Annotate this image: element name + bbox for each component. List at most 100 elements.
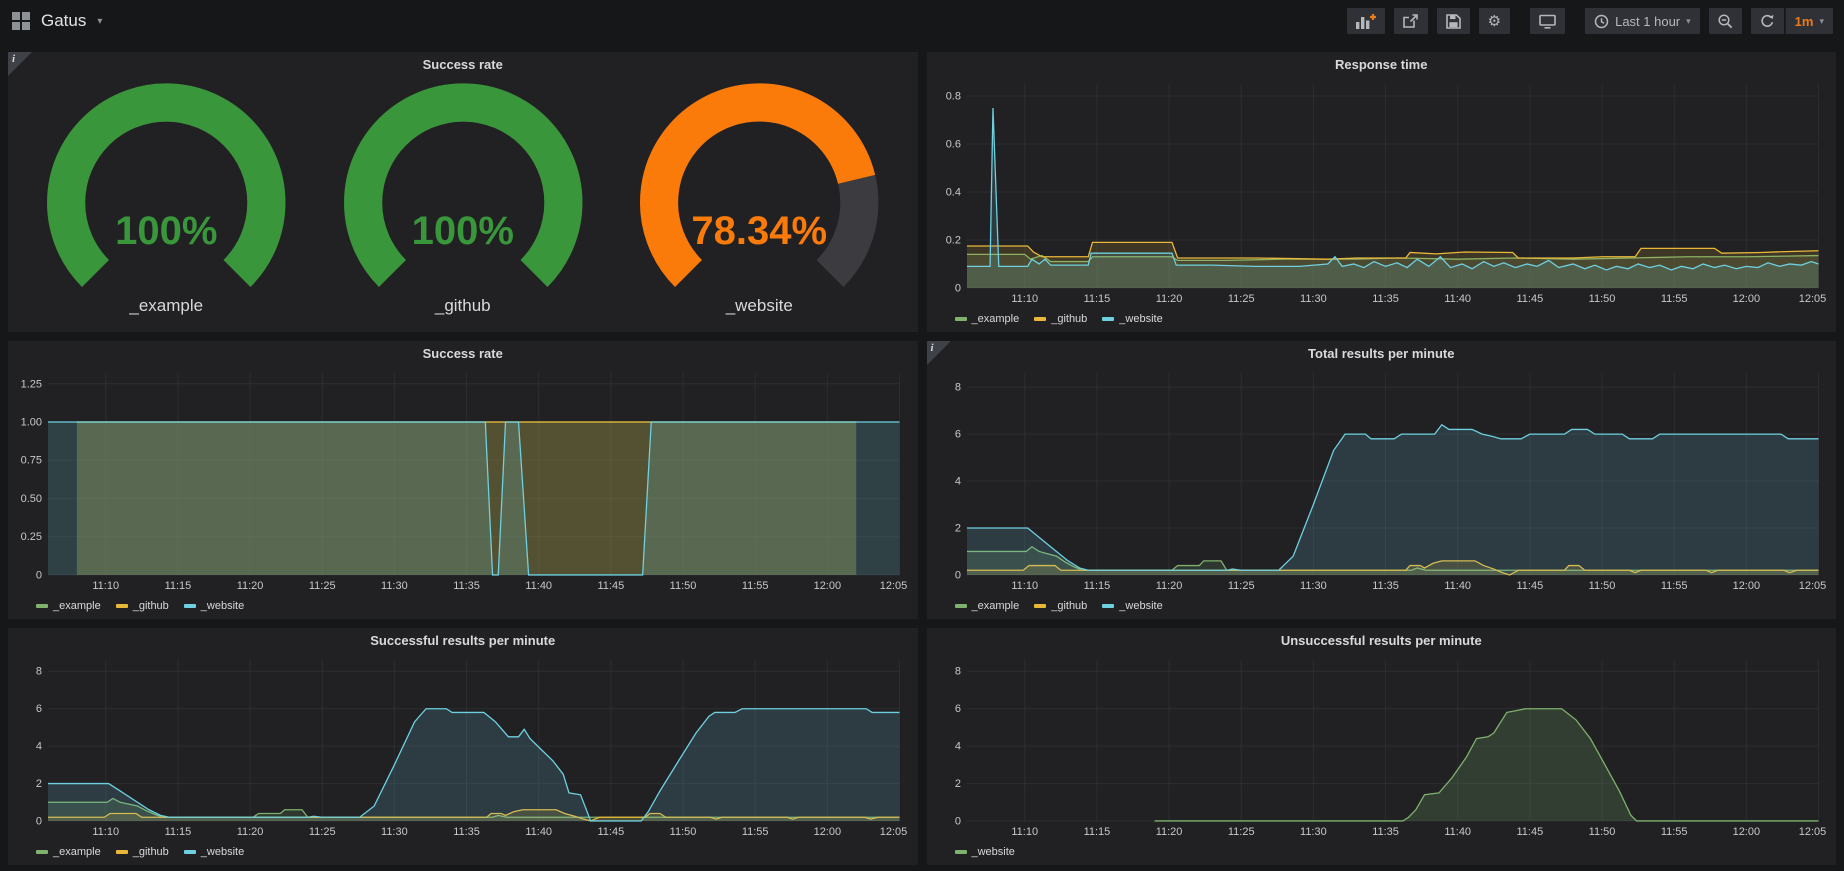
svg-text:0: 0 <box>954 815 960 827</box>
svg-text:4: 4 <box>954 741 960 753</box>
svg-text:11:20: 11:20 <box>237 580 264 592</box>
svg-text:0: 0 <box>954 282 960 294</box>
legend-item-_website[interactable]: _website <box>184 846 244 858</box>
refresh-button[interactable] <box>1750 7 1785 35</box>
legend-item-_example[interactable]: _example <box>955 600 1020 612</box>
panel-total-results: i Total results per minute 0246811:1011:… <box>927 341 1837 619</box>
legend-label: _example <box>53 600 101 612</box>
legend-item-_website[interactable]: _website <box>955 846 1015 858</box>
panel-success-rate-gauges: i Success rate 100% _example 100% _githu… <box>8 52 918 332</box>
gauge-value: 78.34% <box>611 211 908 251</box>
svg-text:11:40: 11:40 <box>1444 293 1471 305</box>
legend: _example _github _website <box>14 841 910 862</box>
svg-text:12:00: 12:00 <box>1732 580 1760 592</box>
legend-item-_example[interactable]: _example <box>955 313 1020 325</box>
cycle-view-mode-button[interactable] <box>1529 7 1566 35</box>
legend: _example _github _website <box>933 595 1829 616</box>
panel-title[interactable]: Unsuccessful results per minute <box>1281 633 1482 648</box>
successful-results-chart[interactable]: 0246811:1011:1511:2011:2511:3011:3511:40… <box>14 653 910 841</box>
settings-button[interactable]: ⚙ <box>1478 7 1511 35</box>
svg-text:11:20: 11:20 <box>1155 580 1182 592</box>
chevron-down-icon[interactable]: ▾ <box>97 16 102 27</box>
svg-text:11:40: 11:40 <box>525 826 552 838</box>
legend-color-swatch <box>1034 317 1046 321</box>
panel-title[interactable]: Total results per minute <box>1308 346 1454 361</box>
time-range-picker[interactable]: Last 1 hour ▾ <box>1584 7 1701 35</box>
gauge-arc <box>611 79 908 296</box>
panel-header[interactable]: Total results per minute <box>927 341 1837 366</box>
svg-text:11:45: 11:45 <box>1516 293 1543 305</box>
svg-text:0.4: 0.4 <box>945 186 960 198</box>
svg-text:6: 6 <box>36 703 42 715</box>
svg-text:11:35: 11:35 <box>1372 580 1399 592</box>
svg-text:11:40: 11:40 <box>1444 580 1471 592</box>
legend-item-_website[interactable]: _website <box>1102 600 1162 612</box>
svg-text:11:10: 11:10 <box>92 580 119 592</box>
response-time-chart[interactable]: 00.20.40.60.811:1011:1511:2011:2511:3011… <box>933 77 1829 308</box>
svg-text:12:00: 12:00 <box>814 826 842 838</box>
legend-item-_example[interactable]: _example <box>36 600 101 612</box>
svg-text:0: 0 <box>36 569 42 581</box>
svg-text:1.25: 1.25 <box>21 378 42 390</box>
legend-item-_website[interactable]: _website <box>1102 313 1162 325</box>
panel-title[interactable]: Success rate <box>423 346 503 361</box>
svg-text:11:25: 11:25 <box>309 826 336 838</box>
panel-info-corner[interactable]: i <box>8 52 32 76</box>
refresh-button-group: 1m ▾ <box>1750 7 1834 35</box>
add-panel-button[interactable] <box>1346 7 1386 35</box>
gauge-label: _website <box>726 296 793 328</box>
panel-header[interactable]: Response time <box>927 52 1837 77</box>
legend-item-_website[interactable]: _website <box>184 600 244 612</box>
legend-label: _github <box>1051 313 1087 325</box>
save-button[interactable] <box>1436 7 1471 35</box>
panel-header[interactable]: Unsuccessful results per minute <box>927 628 1837 653</box>
legend-item-_github[interactable]: _github <box>1034 600 1087 612</box>
clock-icon <box>1594 14 1609 29</box>
panel-title[interactable]: Response time <box>1335 57 1427 72</box>
add-panel-icon <box>1356 14 1376 29</box>
legend-label: _github <box>133 600 169 612</box>
legend-item-_github[interactable]: _github <box>1034 313 1087 325</box>
time-range-label: Last 1 hour <box>1615 14 1680 29</box>
gauge-label: _example <box>129 296 203 328</box>
panel-header[interactable]: Success rate <box>8 341 918 366</box>
legend-color-swatch <box>1102 317 1114 321</box>
legend-label: _github <box>133 846 169 858</box>
legend-item-_github[interactable]: _github <box>116 600 169 612</box>
svg-text:11:35: 11:35 <box>453 580 480 592</box>
svg-text:11:25: 11:25 <box>1227 826 1254 838</box>
panel-header[interactable]: Success rate <box>8 52 918 77</box>
legend-label: _website <box>201 600 244 612</box>
zoom-out-button[interactable] <box>1708 7 1743 35</box>
unsuccessful-results-chart[interactable]: 0246811:1011:1511:2011:2511:3011:3511:40… <box>933 653 1829 841</box>
legend-color-swatch <box>36 604 48 608</box>
panel-title[interactable]: Successful results per minute <box>370 633 555 648</box>
dashboard-title[interactable]: Gatus <box>41 11 86 31</box>
legend-color-swatch <box>955 317 967 321</box>
panel-info-corner[interactable]: i <box>927 341 951 365</box>
success-rate-chart[interactable]: 00.250.500.751.001.2511:1011:1511:2011:2… <box>14 366 910 595</box>
legend-color-swatch <box>1034 604 1046 608</box>
share-button[interactable] <box>1393 7 1429 35</box>
dashboard-grid-icon[interactable] <box>12 12 30 30</box>
svg-text:11:30: 11:30 <box>381 580 408 592</box>
svg-text:11:45: 11:45 <box>598 580 625 592</box>
svg-text:11:40: 11:40 <box>525 580 552 592</box>
refresh-icon <box>1760 14 1775 29</box>
panel-header[interactable]: Successful results per minute <box>8 628 918 653</box>
total-results-chart[interactable]: 0246811:1011:1511:2011:2511:3011:3511:40… <box>933 366 1829 595</box>
legend-label: _website <box>1119 313 1162 325</box>
panel-title[interactable]: Success rate <box>423 57 503 72</box>
svg-text:11:35: 11:35 <box>453 826 480 838</box>
svg-text:12:05: 12:05 <box>880 580 908 592</box>
legend-item-_github[interactable]: _github <box>116 846 169 858</box>
refresh-interval-picker[interactable]: 1m ▾ <box>1785 7 1834 35</box>
chevron-down-icon: ▾ <box>1686 16 1691 27</box>
svg-text:11:55: 11:55 <box>742 580 769 592</box>
dashboard-grid: i Success rate 100% _example 100% _githu… <box>0 42 1844 865</box>
gauge-website: 78.34% _website <box>611 79 908 328</box>
svg-text:11:50: 11:50 <box>1588 580 1615 592</box>
legend-item-_example[interactable]: _example <box>36 846 101 858</box>
svg-text:11:50: 11:50 <box>1588 826 1615 838</box>
svg-text:12:05: 12:05 <box>880 826 908 838</box>
